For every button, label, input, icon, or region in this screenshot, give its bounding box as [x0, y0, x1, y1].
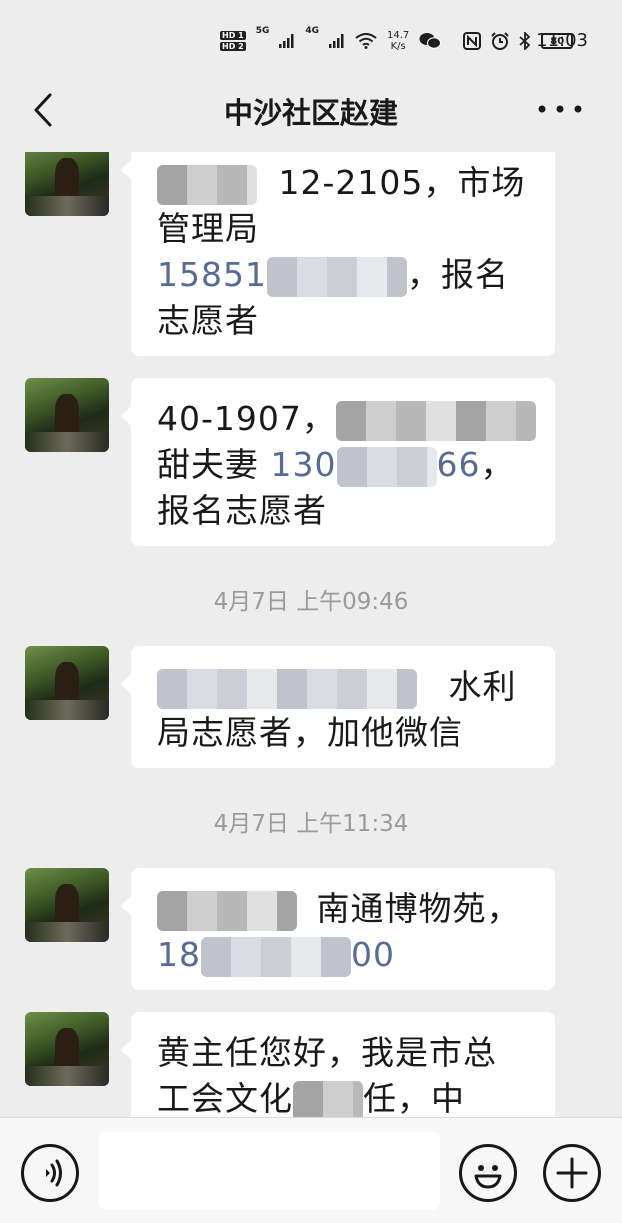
chat-header: 中沙社区赵建	[0, 80, 622, 152]
status-bar: HD 1 HD 2 5G 4G 14.7 K/s 80 11:03	[0, 0, 622, 80]
message-text: 40-1907，	[157, 399, 336, 438]
more-functions-button[interactable]	[543, 1144, 601, 1202]
contact-avatar[interactable]	[25, 152, 109, 216]
network-speed-value: 14.7	[387, 30, 410, 41]
contact-avatar[interactable]	[25, 378, 109, 452]
bluetooth-icon	[519, 32, 531, 50]
phone-link[interactable]: 00	[351, 935, 395, 974]
status-clock: 11:03	[536, 30, 588, 51]
message-text: 黄主任您好，	[157, 1033, 361, 1072]
phone-link[interactable]: 18	[157, 935, 201, 974]
message-bubble[interactable]: 40-1907， 甜夫妻 130 66， 报名志愿者	[121, 378, 555, 546]
redaction-mosaic	[266, 256, 407, 297]
message-line: 水利	[157, 664, 529, 710]
network-4g-label: 4G	[305, 26, 319, 36]
message-line: 黄主任您好，我是市总	[157, 1030, 529, 1076]
status-icons: HD 1 HD 2 5G 4G 14.7 K/s 80	[220, 26, 574, 56]
message-line: 志愿者	[157, 301, 259, 340]
message-text: 南通博物苑，	[316, 889, 521, 928]
message-bubble[interactable]: 南通博物苑， 18 00	[121, 868, 555, 990]
message-text: 局志愿者，	[157, 713, 327, 752]
timestamp: 4月7日 上午11:34	[213, 811, 409, 837]
redaction-mosaic	[293, 1080, 363, 1117]
network-speed: 14.7 K/s	[387, 30, 409, 52]
message-line: 局志愿者，加他微信	[157, 710, 529, 756]
message-text: 我是市总	[361, 1033, 497, 1072]
signal-icon	[279, 34, 294, 48]
message-line: 南通博物苑，	[157, 886, 529, 932]
redaction-mosaic	[157, 668, 417, 709]
wechat-icon	[419, 33, 442, 49]
chat-title: 中沙社区赵建	[223, 96, 398, 130]
network-speed-unit: K/s	[390, 41, 406, 52]
message-input[interactable]	[99, 1132, 440, 1210]
plus-icon	[556, 1157, 588, 1189]
timestamp: 4月7日 上午09:46	[213, 589, 409, 615]
hd2-badge: HD 2	[220, 42, 246, 51]
redaction-mosaic	[157, 164, 257, 205]
hd1-badge: HD 1	[220, 31, 246, 40]
message-bubble[interactable]: 水利 局志愿者，加他微信	[121, 646, 555, 768]
more-dots-icon	[538, 105, 582, 113]
message-text: 12-2105，市场	[278, 163, 526, 202]
message-text: ，报名	[406, 255, 509, 294]
contact-avatar[interactable]	[25, 1012, 109, 1086]
voice-icon	[46, 1159, 62, 1187]
message-line: 12-2105，市场	[157, 160, 529, 206]
redaction-mosaic	[335, 400, 536, 441]
contact-avatar[interactable]	[25, 868, 109, 942]
emoji-icon	[474, 1165, 502, 1189]
network-5g-label: 5G	[255, 26, 270, 36]
emoji-button[interactable]	[459, 1144, 517, 1202]
phone-link[interactable]: 15851	[157, 255, 267, 294]
nfc-icon	[463, 32, 482, 50]
more-button[interactable]	[536, 94, 584, 124]
alarm-icon	[491, 32, 509, 50]
message-text: 工会文化	[157, 1079, 293, 1117]
signal-icon	[329, 34, 344, 48]
message-line: 18 00	[157, 932, 529, 978]
chat-message-list[interactable]: 12-2105，市场 管理局 15851 ，报名 志愿者 40-1907， 甜夫妻…	[0, 152, 622, 1117]
message-line: 管理局	[157, 209, 259, 248]
message-input-bar	[0, 1117, 622, 1223]
redaction-mosaic	[201, 936, 351, 977]
message-bubble[interactable]: 黄主任您好，我是市总 工会文化 任，中	[121, 1012, 555, 1117]
phone-link[interactable]: 130	[271, 445, 337, 484]
wifi-icon	[355, 33, 377, 49]
message-text: ，	[480, 445, 515, 484]
redaction-mosaic	[336, 446, 437, 487]
message-bubble[interactable]: 12-2105，市场 管理局 15851 ，报名 志愿者	[121, 152, 555, 356]
message-line: 甜夫妻 130 66，	[157, 442, 529, 488]
message-line: 报名志愿者	[157, 491, 327, 530]
message-text: 甜夫妻	[157, 445, 259, 484]
message-text: 水利	[448, 667, 517, 706]
phone-link[interactable]: 66	[437, 445, 481, 484]
redaction-mosaic	[157, 890, 297, 931]
message-text: 加他微信	[327, 713, 463, 752]
contact-avatar[interactable]	[25, 646, 109, 720]
message-text: 任，中	[363, 1079, 465, 1117]
message-line: 15851 ，报名	[157, 252, 529, 298]
hd-indicators: HD 1 HD 2	[220, 31, 246, 51]
message-line: 40-1907，	[157, 396, 536, 442]
voice-button[interactable]	[21, 1144, 79, 1202]
message-line: 工会文化 任，中	[157, 1076, 529, 1117]
